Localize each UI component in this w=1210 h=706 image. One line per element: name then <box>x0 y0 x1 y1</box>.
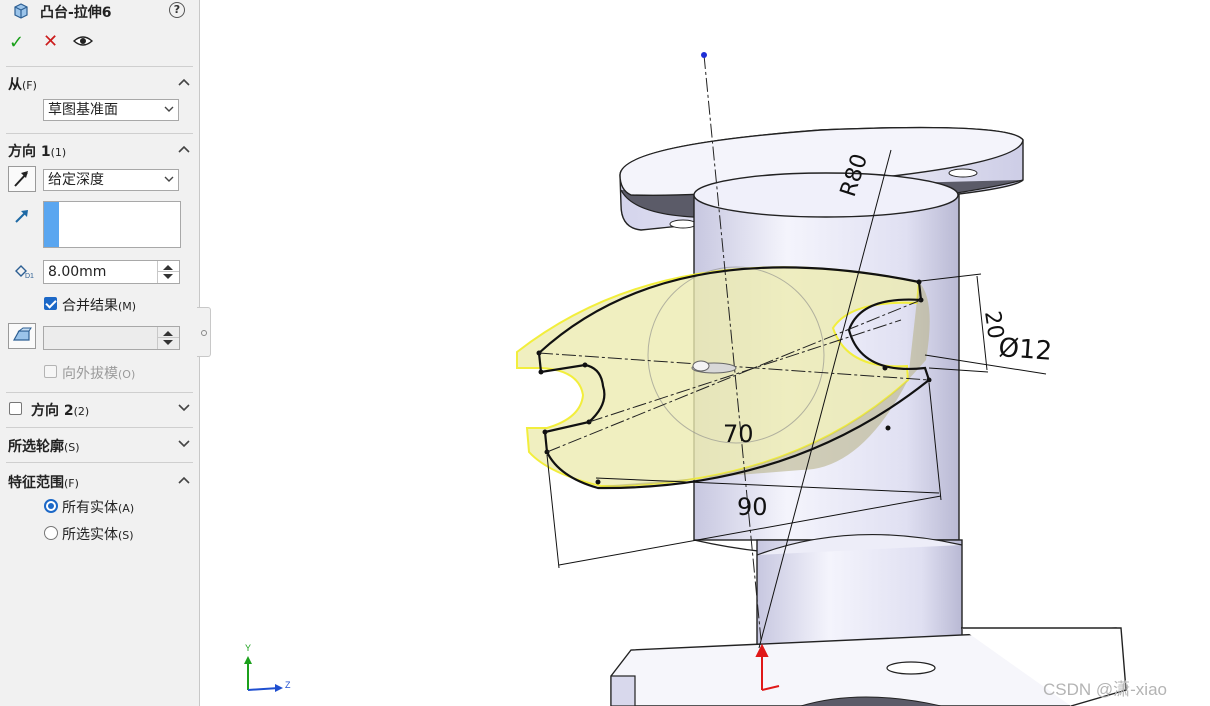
direction2-checkbox[interactable] <box>9 402 22 415</box>
spinner-up-icon[interactable] <box>163 331 173 336</box>
draft-spinner[interactable] <box>157 327 179 349</box>
reverse-direction-button[interactable] <box>8 166 36 192</box>
action-buttons: ✓ ✕ <box>0 30 199 54</box>
merge-label-text: 合并结果 <box>62 298 118 314</box>
selected-bodies-key: (S) <box>118 529 134 542</box>
chevron-up-icon[interactable] <box>178 78 190 86</box>
selected-contours-section-header[interactable]: 所选轮廓(S) <box>8 436 80 456</box>
from-section-header[interactable]: 从(F) <box>8 74 37 94</box>
ok-check-icon[interactable]: ✓ <box>9 32 24 53</box>
watermark: CSDN @潇-xiao <box>1043 680 1167 699</box>
draft-outward-checkbox[interactable] <box>44 365 57 378</box>
property-manager-panel: 凸台-拉伸6 ? ✓ ✕ 从(F) 草图基准面 方向 1(1) 给定深度 D1 … <box>0 0 211 706</box>
depth-value: 8.00mm <box>48 264 107 280</box>
svg-text:D1: D1 <box>25 273 34 280</box>
end-condition-select[interactable]: 给定深度 <box>43 169 179 191</box>
feature-title-row: 凸台-拉伸6 ? <box>0 0 199 22</box>
separator <box>6 392 193 393</box>
chevron-down-icon[interactable] <box>178 404 190 412</box>
selected-bodies-label: 所选实体(S) <box>62 524 134 544</box>
separator <box>6 133 193 134</box>
listbox-active-indicator <box>44 202 59 247</box>
merge-result-label: 合并结果(M) <box>62 295 136 315</box>
chevron-up-icon[interactable] <box>178 476 190 484</box>
depth-dimension-icon: D1 <box>15 265 34 280</box>
spinner-divider <box>158 337 179 338</box>
triad-y-label: Y <box>245 643 251 653</box>
separator <box>6 462 193 463</box>
merge-result-checkbox[interactable] <box>44 297 57 310</box>
spinner-down-icon[interactable] <box>163 340 173 345</box>
view-triad[interactable]: Y Z <box>244 643 291 692</box>
draft-outward-label: 向外拔模(O) <box>62 363 135 383</box>
direction2-header-text: 方向 2 <box>31 403 74 419</box>
spinner-divider <box>158 271 179 272</box>
reverse-direction-arrow-icon <box>14 171 28 187</box>
feature-scope-section-header[interactable]: 特征范围(F) <box>8 472 79 492</box>
all-bodies-text: 所有实体 <box>62 500 118 516</box>
help-icon[interactable]: ? <box>169 2 185 18</box>
direction-vector-icon <box>15 210 28 223</box>
draft-angle-input[interactable] <box>43 326 180 350</box>
height-dimension-label[interactable]: 70 <box>723 420 754 448</box>
3d-viewport[interactable]: R80 20 Ø12 70 90 Y Z <box>201 0 1210 706</box>
chevron-down-icon <box>164 106 174 112</box>
all-bodies-label: 所有实体(A) <box>62 497 134 517</box>
depth-input[interactable]: 8.00mm <box>43 260 180 284</box>
cancel-x-icon[interactable]: ✕ <box>43 31 58 52</box>
direction2-section-header[interactable]: 方向 2(2) <box>31 400 89 420</box>
from-select-value: 草图基准面 <box>48 102 118 118</box>
all-bodies-radio[interactable] <box>44 499 58 513</box>
feature-title: 凸台-拉伸6 <box>40 5 112 21</box>
draft-outward-key: (O) <box>118 368 136 381</box>
merge-label-key: (M) <box>118 300 137 313</box>
depth-spinner[interactable] <box>157 261 179 283</box>
direction2-header-key: (2) <box>73 405 90 418</box>
feature-scope-header-key: (F) <box>64 477 79 490</box>
from-start-condition-select[interactable]: 草图基准面 <box>43 99 179 121</box>
axis-origin-point <box>701 52 707 58</box>
direction-reference-listbox[interactable] <box>43 201 181 248</box>
selected-bodies-text: 所选实体 <box>62 527 118 543</box>
draft-outward-text: 向外拔模 <box>62 366 118 382</box>
chevron-up-icon[interactable] <box>178 145 190 153</box>
spinner-down-icon[interactable] <box>163 274 173 279</box>
chevron-down-icon[interactable] <box>178 440 190 448</box>
separator <box>6 427 193 428</box>
separator <box>6 66 193 67</box>
end-condition-value: 给定深度 <box>48 172 104 188</box>
triad-z-label: Z <box>285 680 291 690</box>
preview-eye-icon[interactable] <box>73 35 93 47</box>
length-dimension-label[interactable]: 90 <box>737 493 768 521</box>
boss-extrude-icon <box>14 3 28 19</box>
direction1-header-key: (1) <box>50 146 67 159</box>
draft-icon <box>12 327 32 341</box>
spinner-up-icon[interactable] <box>163 265 173 270</box>
selected-bodies-radio[interactable] <box>44 526 58 540</box>
draft-toggle-button[interactable] <box>8 323 36 349</box>
selected-contours-header-key: (S) <box>64 441 80 454</box>
diameter-dimension-label[interactable]: Ø12 <box>998 333 1054 367</box>
all-bodies-key: (A) <box>118 502 135 515</box>
direction1-section-header[interactable]: 方向 1(1) <box>8 141 66 161</box>
from-header-text: 从 <box>8 77 22 93</box>
selected-contours-header-text: 所选轮廓 <box>8 439 64 455</box>
feature-scope-header-text: 特征范围 <box>8 475 64 491</box>
from-header-key: (F) <box>22 79 37 92</box>
direction1-header-text: 方向 1 <box>8 144 51 160</box>
chevron-down-icon <box>164 176 174 182</box>
